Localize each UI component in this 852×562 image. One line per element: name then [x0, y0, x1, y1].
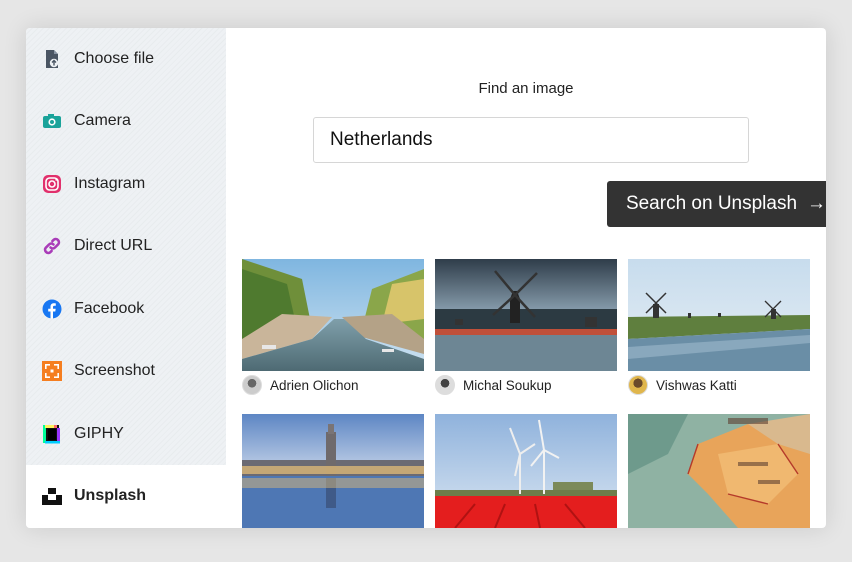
result-card[interactable]	[435, 414, 617, 528]
sidebar-item-label: Camera	[74, 112, 131, 129]
sidebar-item-label: Screenshot	[74, 362, 155, 379]
result-card[interactable]: Michal Soukup	[435, 259, 617, 395]
result-card[interactable]	[628, 414, 810, 528]
photo-credit: Michal Soukup	[435, 375, 552, 395]
windmills-river-photo[interactable]	[628, 259, 810, 371]
sidebar-item-label: Unsplash	[74, 487, 147, 504]
result-card[interactable]: Vishwas Katti	[628, 259, 810, 395]
search-unsplash-button[interactable]: Search on Unsplash →	[607, 181, 826, 227]
instagram-icon	[42, 174, 62, 194]
sidebar-item-giphy[interactable]: GIPHY	[26, 403, 226, 465]
photo-credit: Vishwas Katti	[628, 375, 737, 395]
sidebar-item-label: Choose file	[74, 50, 155, 67]
unsplash-icon	[42, 486, 62, 506]
avatar	[628, 375, 648, 395]
file-picker-dialog: Choose file Camera Instagram Direct URL	[26, 28, 826, 528]
avatar	[435, 375, 455, 395]
map-photo[interactable]	[628, 414, 810, 528]
file-upload-icon	[42, 49, 62, 69]
result-card[interactable]: Adrien Olichon	[242, 259, 424, 395]
sidebar-item-camera[interactable]: Camera	[26, 90, 226, 152]
author-name[interactable]: Vishwas Katti	[656, 378, 737, 393]
sidebar-item-label: Facebook	[74, 300, 145, 317]
sidebar-item-label: Direct URL	[74, 237, 153, 254]
sidebar-item-screenshot[interactable]: Screenshot	[26, 340, 226, 402]
source-sidebar: Choose file Camera Instagram Direct URL	[26, 28, 226, 528]
result-card[interactable]	[242, 414, 424, 528]
search-input[interactable]	[313, 117, 749, 163]
sidebar-item-direct-url[interactable]: Direct URL	[26, 215, 226, 277]
sidebar-item-instagram[interactable]: Instagram	[26, 153, 226, 215]
author-name[interactable]: Michal Soukup	[463, 378, 552, 393]
avatar	[242, 375, 262, 395]
camera-icon	[42, 111, 62, 131]
arrow-right-icon: →	[807, 193, 826, 214]
sidebar-item-unsplash[interactable]: Unsplash	[26, 465, 226, 528]
search-button-label: Search on Unsplash	[625, 193, 798, 214]
author-name[interactable]: Adrien Olichon	[270, 378, 359, 393]
screenshot-icon	[42, 361, 62, 381]
sidebar-item-facebook[interactable]: Facebook	[26, 278, 226, 340]
photo-credit: Adrien Olichon	[242, 375, 359, 395]
sidebar-item-choose-file[interactable]: Choose file	[26, 28, 226, 90]
link-icon	[42, 236, 62, 256]
sidebar-item-label: GIPHY	[74, 425, 124, 442]
giphy-icon	[42, 424, 62, 444]
city-skyline-photo[interactable]	[242, 414, 424, 528]
tulip-field-photo[interactable]	[435, 414, 617, 528]
windmill-photo[interactable]	[435, 259, 617, 371]
canal-photo[interactable]	[242, 259, 424, 371]
search-title: Find an image	[478, 80, 574, 97]
facebook-icon	[42, 299, 62, 319]
sidebar-item-label: Instagram	[74, 175, 146, 192]
